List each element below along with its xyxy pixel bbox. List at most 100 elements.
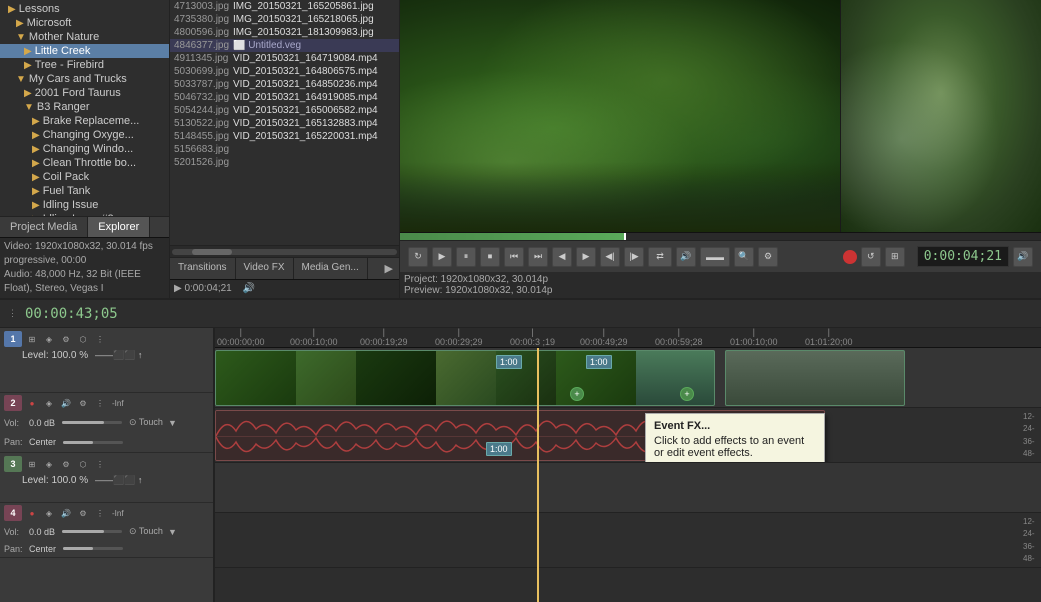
track-4-fx[interactable]: ⚙ [76, 506, 90, 520]
playback-bar[interactable] [400, 232, 1041, 240]
tab-project-media[interactable]: Project Media [0, 217, 88, 237]
tab-explorer[interactable]: Explorer [88, 217, 150, 237]
track-1-fx[interactable]: ⚙ [59, 332, 73, 346]
record-button[interactable] [843, 250, 857, 264]
track-2-pan-slider[interactable] [63, 441, 123, 444]
tree-item-lessons[interactable]: ▶ Lessons [0, 2, 169, 16]
track-2-vol-slider[interactable] [62, 421, 122, 424]
clip-add-btn-1a[interactable]: + [570, 387, 584, 401]
reset-btn[interactable]: ↺ [861, 247, 881, 267]
file-item-1[interactable]: 4735380.jpg IMG_20150321_165218065.jpg [170, 13, 399, 26]
mute-btn[interactable]: 🔊 [676, 247, 696, 267]
tree-item-mycars[interactable]: ▼ My Cars and Trucks [0, 72, 169, 86]
track-4-pan-row: Pan: Center [0, 540, 213, 557]
file-item-11[interactable]: 5156683.jpg [170, 143, 399, 156]
tree-item-label: Changing Windo... [43, 143, 134, 155]
tree-item-mothernature[interactable]: ▼ Mother Nature [0, 30, 169, 44]
volume-btn[interactable]: ▬▬ [700, 247, 730, 267]
tree-item-b3ranger[interactable]: ▼ B3 Ranger [0, 100, 169, 114]
loop-btn[interactable]: ↻ [408, 247, 428, 267]
file-item-10[interactable]: 5148455.jpg VID_20150321_165220031.mp4 [170, 130, 399, 143]
loop-region-btn[interactable]: ⇄ [648, 247, 672, 267]
file-item-untitled[interactable]: 4846377.jpg ⬜ Untitled.veg [170, 39, 399, 52]
file-item-7[interactable]: 5046732.jpg VID_20150321_164919085.mp4 [170, 91, 399, 104]
file-item-9[interactable]: 5130522.jpg VID_20150321_165132883.mp4 [170, 117, 399, 130]
ffwd-btn[interactable]: ▶ [576, 247, 596, 267]
track-2-vol[interactable]: 🔊 [59, 396, 73, 410]
track-4-expand[interactable]: ⋮ [93, 506, 107, 520]
tree-item-windows[interactable]: ▶ Changing Windo... [0, 142, 169, 156]
stop-btn[interactable]: ⏹ [480, 247, 500, 267]
tree-item-microsoft[interactable]: ▶ Microsoft [0, 16, 169, 30]
settings-btn[interactable]: ⚙ [758, 247, 778, 267]
track-4-pan-slider[interactable] [63, 547, 123, 550]
file-item-8[interactable]: 5054244.jpg VID_20150321_165006582.mp4 [170, 104, 399, 117]
track-3-header: 3 ⊞ ◈ ⚙ ⬡ ⋮ [0, 453, 213, 475]
file-item-2[interactable]: 4800596.jpg IMG_20150321_181309983.jpg [170, 26, 399, 39]
tree-item-idling[interactable]: ▶ Idling Issue [0, 198, 169, 212]
tree-item-throttle[interactable]: ▶ Clean Throttle bo... [0, 156, 169, 170]
file-item-6[interactable]: 5033787.jpg VID_20150321_164850236.mp4 [170, 78, 399, 91]
track-2-number: 2 [4, 395, 22, 411]
left-panel-tabs: Project Media Explorer [0, 216, 169, 237]
tree-item-littlecreek[interactable]: ▶ Little Creek [0, 44, 169, 58]
left-panel: ▶ Lessons ▶ Microsoft ▼ Mother Nature ▶ … [0, 0, 170, 298]
folder-icon: ▼ [24, 102, 34, 113]
tree-item-oxygen[interactable]: ▶ Changing Oxyge... [0, 128, 169, 142]
left-status-bar: Video: 1920x1080x32, 30.014 fps progress… [0, 237, 169, 298]
track-4-mute[interactable]: ● [25, 506, 39, 520]
track-1-mute[interactable]: ⊞ [25, 332, 39, 346]
tree-item-fueltank[interactable]: ▶ Fuel Tank [0, 184, 169, 198]
playhead[interactable] [537, 348, 539, 602]
track-2-mute[interactable]: ● [25, 396, 39, 410]
snap-btn[interactable]: ⊞ [885, 247, 905, 267]
tree-item-coilpack[interactable]: ▶ Coil Pack [0, 170, 169, 184]
next-frame-btn[interactable]: ⏭ [528, 247, 548, 267]
zoom-btn[interactable]: 🔍 [734, 247, 754, 267]
tab-arrow[interactable]: ▶ [379, 258, 399, 279]
file-item-0[interactable]: 4713003.jpg IMG_20150321_165205861.jpg [170, 0, 399, 13]
pause-btn[interactable]: ⏸ [456, 247, 476, 267]
file-item-12[interactable]: 5201526.jpg [170, 156, 399, 169]
file-browser-panel: 4713003.jpg IMG_20150321_165205861.jpg 4… [170, 0, 400, 298]
track-3-mute[interactable]: ⊞ [25, 457, 39, 471]
tree-item-treefirebird[interactable]: ▶ Tree - Firebird [0, 58, 169, 72]
play-btn[interactable]: ▶ [432, 247, 452, 267]
file-item-5[interactable]: 5030699.jpg VID_20150321_164806575.mp4 [170, 65, 399, 78]
tab-transitions[interactable]: Transitions [170, 258, 236, 279]
track-2-expand[interactable]: ⋮ [93, 396, 107, 410]
rewind-btn[interactable]: ◀ [552, 247, 572, 267]
ruler-mark-7: 01:00:10;00 [730, 328, 778, 347]
track-4-vol[interactable]: 🔊 [59, 506, 73, 520]
prev-frame-btn[interactable]: ⏮ [504, 247, 524, 267]
tree-item-brake[interactable]: ▶ Brake Replaceme... [0, 114, 169, 128]
video-clip-1[interactable]: 1:00 1:00 + + [215, 350, 715, 406]
tree-item-ford[interactable]: ▶ 2001 Ford Taurus [0, 86, 169, 100]
ruler-mark-1: 00:00:10;00 [290, 328, 338, 347]
track-2-fx[interactable]: ⚙ [76, 396, 90, 410]
horizontal-scrollbar[interactable] [170, 245, 399, 257]
track-4-solo[interactable]: ◈ [42, 506, 56, 520]
tab-videofx[interactable]: Video FX [236, 258, 294, 279]
track-4-clips: 12- 24- 36- 48- [215, 513, 1041, 568]
track-3-solo[interactable]: ◈ [42, 457, 56, 471]
track-3-expand[interactable]: ⋮ [93, 457, 107, 471]
file-item-4[interactable]: 4911345.jpg VID_20150321_164719084.mp4 [170, 52, 399, 65]
folder-icon: ▼ [16, 32, 26, 43]
timecode-settings[interactable]: 🔊 [1013, 247, 1033, 267]
jump-start-btn[interactable]: ◀| [600, 247, 620, 267]
track-1-expand[interactable]: ⋮ [93, 332, 107, 346]
preview-left-image [400, 0, 840, 232]
video-clip-2[interactable] [725, 350, 905, 406]
jump-end-btn[interactable]: |▶ [624, 247, 644, 267]
track-2-solo[interactable]: ◈ [42, 396, 56, 410]
track-1-motion[interactable]: ⬡ [76, 332, 90, 346]
track-4-vol-slider[interactable] [62, 530, 122, 533]
track-1-solo[interactable]: ◈ [42, 332, 56, 346]
folder-icon: ▶ [32, 130, 40, 141]
clip-add-btn-1b[interactable]: + [680, 387, 694, 401]
track-3-motion[interactable]: ⬡ [76, 457, 90, 471]
track-3-fx[interactable]: ⚙ [59, 457, 73, 471]
track-1-control: 1 ⊞ ◈ ⚙ ⬡ ⋮ Level: 100.0 % ——⬛⬛ ↑ [0, 328, 213, 393]
tab-mediagen[interactable]: Media Gen... [294, 258, 368, 279]
